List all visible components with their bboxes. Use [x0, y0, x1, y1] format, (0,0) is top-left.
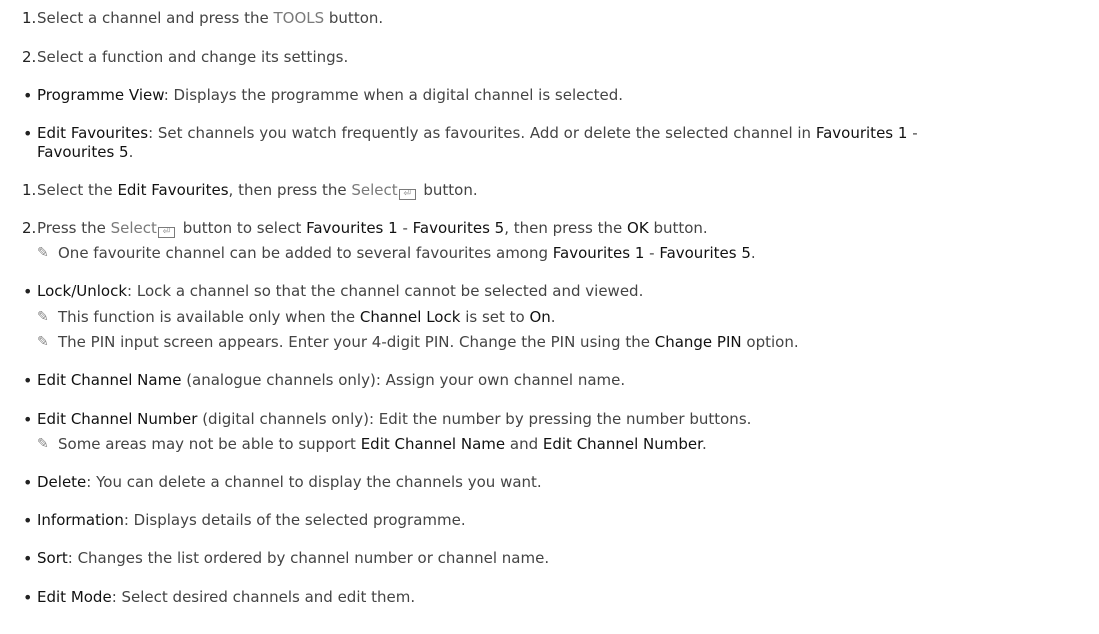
pencil-icon: ✎ [37, 436, 49, 452]
bullet-icon: • [23, 473, 33, 492]
tools-key-label: TOOLS [273, 9, 325, 27]
select-key-label: Select [110, 219, 157, 237]
term: Programme View [37, 86, 164, 104]
step-number: 1. [22, 9, 37, 27]
bullet-icon: • [23, 549, 33, 568]
enter-key-icon: ⏎ [398, 189, 416, 200]
pencil-icon: ✎ [37, 245, 49, 261]
select-key-label: Select [351, 181, 398, 199]
term: Edit Channel Name [37, 371, 182, 389]
term: Sort [37, 549, 68, 567]
term: Edit Channel Number [37, 410, 198, 428]
manual-page: 1. Select a channel and press the TOOLS … [22, 9, 918, 607]
pencil-icon: ✎ [37, 309, 49, 325]
bullet-icon: • [23, 124, 33, 143]
term: Edit Favourites [117, 181, 229, 199]
bullet-icon: • [23, 511, 33, 530]
term: Information [37, 511, 124, 529]
bullet-icon: • [23, 410, 33, 429]
term: Edit Mode [37, 588, 112, 606]
enter-key-icon: ⏎ [157, 227, 175, 238]
step-number: 2. [22, 219, 37, 237]
step-number: 1. [22, 181, 37, 199]
term: Edit Favourites [37, 124, 149, 142]
bullet-icon: • [23, 588, 33, 607]
bullet-icon: • [23, 371, 33, 390]
bullet-icon: • [23, 86, 33, 105]
term: Delete [37, 473, 87, 491]
term: Lock/Unlock [37, 282, 128, 300]
bullet-icon: • [23, 282, 33, 301]
pencil-icon: ✎ [37, 334, 49, 350]
step-number: 2. [22, 48, 37, 66]
